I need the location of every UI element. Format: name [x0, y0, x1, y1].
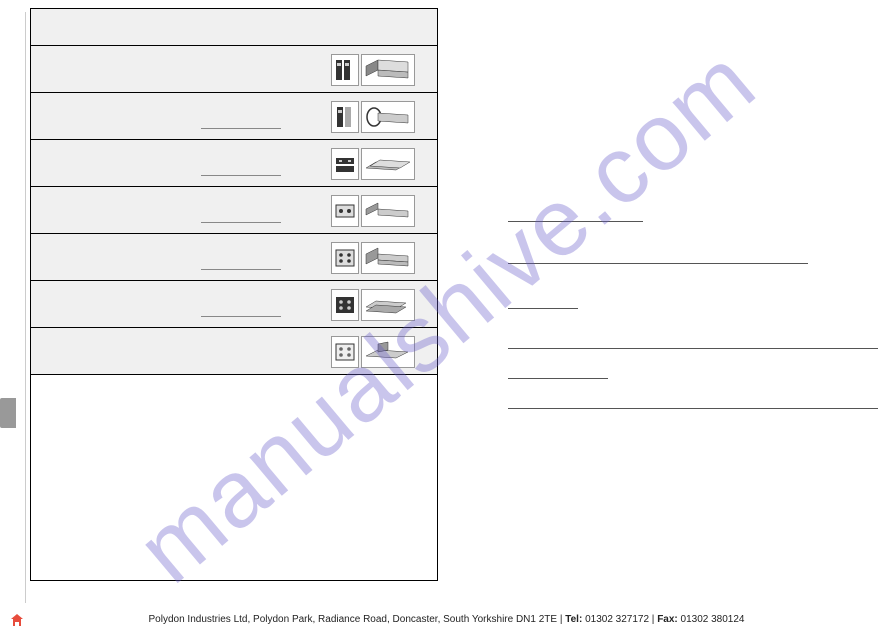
bracket-iso-icon: [361, 195, 415, 227]
row-icons: [331, 242, 421, 274]
text-line: [508, 348, 878, 349]
page-content: [30, 8, 875, 601]
table-row: [31, 93, 437, 140]
text-line: [508, 378, 608, 379]
table-row: [31, 187, 437, 234]
left-table: [30, 8, 438, 581]
blank-line: [201, 269, 281, 270]
text-line: [508, 408, 878, 409]
text-line: [508, 263, 808, 264]
tel-number: 01302 327172: [582, 614, 649, 625]
bracket-front-icon: [331, 336, 359, 368]
bracket-front-icon: [331, 54, 359, 86]
row-icons: [331, 148, 421, 180]
blank-line: [201, 175, 281, 176]
blank-line: [201, 128, 281, 129]
fax-label: Fax:: [657, 614, 678, 625]
row-icons: [331, 289, 421, 321]
text-line: [508, 308, 578, 309]
table-row: [31, 46, 437, 93]
row-icons: [331, 195, 421, 227]
bracket-front-icon: [331, 148, 359, 180]
bracket-iso-icon: [361, 336, 415, 368]
blank-line: [201, 222, 281, 223]
bracket-front-icon: [331, 289, 359, 321]
text-line: [508, 221, 643, 222]
bracket-front-icon: [331, 242, 359, 274]
page-tab: [0, 398, 16, 428]
tel-label: Tel:: [565, 614, 582, 625]
bracket-front-icon: [331, 195, 359, 227]
table-header: [31, 9, 437, 46]
bracket-iso-icon: [361, 242, 415, 274]
table-row: [31, 234, 437, 281]
bracket-front-icon: [331, 101, 359, 133]
fax-number: 01302 380124: [678, 614, 745, 625]
row-icons: [331, 54, 421, 86]
row-icons: [331, 336, 421, 368]
page-left-margin: [25, 12, 26, 603]
bracket-iso-icon: [361, 148, 415, 180]
table-row: [31, 140, 437, 187]
right-column: [468, 8, 876, 581]
table-row: [31, 281, 437, 328]
blank-line: [201, 316, 281, 317]
bracket-iso-icon: [361, 101, 415, 133]
bracket-iso-icon: [361, 54, 415, 86]
bracket-iso-icon: [361, 289, 415, 321]
table-row: [31, 328, 437, 375]
footer: Polydon Industries Ltd, Polydon Park, Ra…: [0, 614, 893, 625]
footer-address: Polydon Industries Ltd, Polydon Park, Ra…: [149, 614, 558, 625]
row-icons: [331, 101, 421, 133]
